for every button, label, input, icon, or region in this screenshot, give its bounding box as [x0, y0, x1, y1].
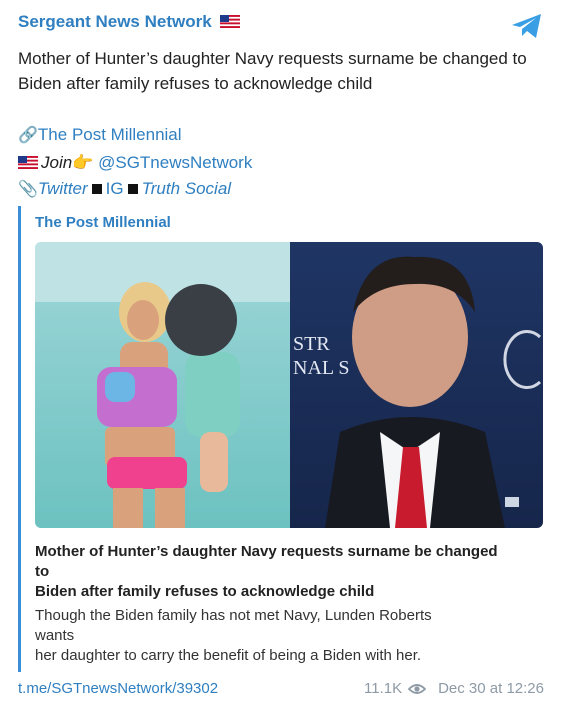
- telegram-post: Sergeant News Network Mother of Hunter’s…: [0, 0, 567, 706]
- preview-image[interactable]: STR NAL S: [35, 242, 543, 528]
- preview-source[interactable]: The Post Millennial: [35, 214, 171, 231]
- message-text: Mother of Hunter’s daughter Navy request…: [18, 49, 527, 93]
- channel-header[interactable]: Sergeant News Network: [18, 12, 243, 32]
- separator-square: [91, 184, 102, 194]
- post-date[interactable]: Dec 30 at 12:26: [438, 680, 544, 697]
- backdrop-text: STR: [293, 333, 330, 355]
- paperclip-icon: 📎: [18, 181, 38, 198]
- channel-name[interactable]: Sergeant News Network: [18, 12, 212, 31]
- link-icon: 🔗: [18, 127, 38, 144]
- preview-desc-line: wants: [35, 627, 75, 644]
- truth-social-link[interactable]: Truth Social: [142, 179, 231, 198]
- source-link-line[interactable]: 🔗The Post Millennial: [18, 122, 182, 148]
- preview-description: Though the Biden family has not met Navy…: [35, 606, 545, 666]
- pointing-hand-icon: 👉: [72, 153, 94, 172]
- post-meta: 11.1K Dec 30 at 12:26: [364, 680, 544, 697]
- preview-title[interactable]: Mother of Hunter’s daughter Navy request…: [35, 542, 545, 602]
- join-handle[interactable]: @SGTnewsNetwork: [98, 153, 252, 172]
- preview-title-line: Biden after family refuses to acknowledg…: [35, 583, 375, 600]
- preview-photo: STR NAL S: [35, 242, 543, 528]
- view-count: 11.1K: [363, 680, 403, 697]
- preview-title-line: Mother of Hunter’s daughter Navy request…: [35, 543, 498, 560]
- backdrop-text-2: NAL S: [293, 357, 349, 379]
- social-links-line: 📎Twitter IG Truth Social: [18, 176, 231, 202]
- source-link[interactable]: The Post Millennial: [38, 125, 182, 144]
- post-permalink[interactable]: t.me/SGTnewsNetwork/39302: [18, 680, 218, 697]
- telegram-share-icon[interactable]: [510, 12, 544, 40]
- join-line[interactable]: Join👉 @SGTnewsNetwork: [18, 150, 252, 175]
- separator-square: [127, 184, 138, 194]
- twitter-link[interactable]: Twitter: [38, 179, 88, 198]
- link-preview[interactable]: The Post Millennial STR NAL S Mother of …: [18, 206, 547, 672]
- eye-icon: [408, 683, 427, 694]
- us-flag-icon: [18, 156, 38, 169]
- us-flag-icon: [220, 15, 241, 28]
- join-label: Join: [41, 153, 73, 172]
- preview-title-line: to: [35, 563, 50, 580]
- preview-desc-line: her daughter to carry the benefit of bei…: [35, 647, 422, 664]
- preview-desc-line: Though the Biden family has not met Navy…: [35, 607, 432, 624]
- ig-link[interactable]: IG: [106, 179, 124, 198]
